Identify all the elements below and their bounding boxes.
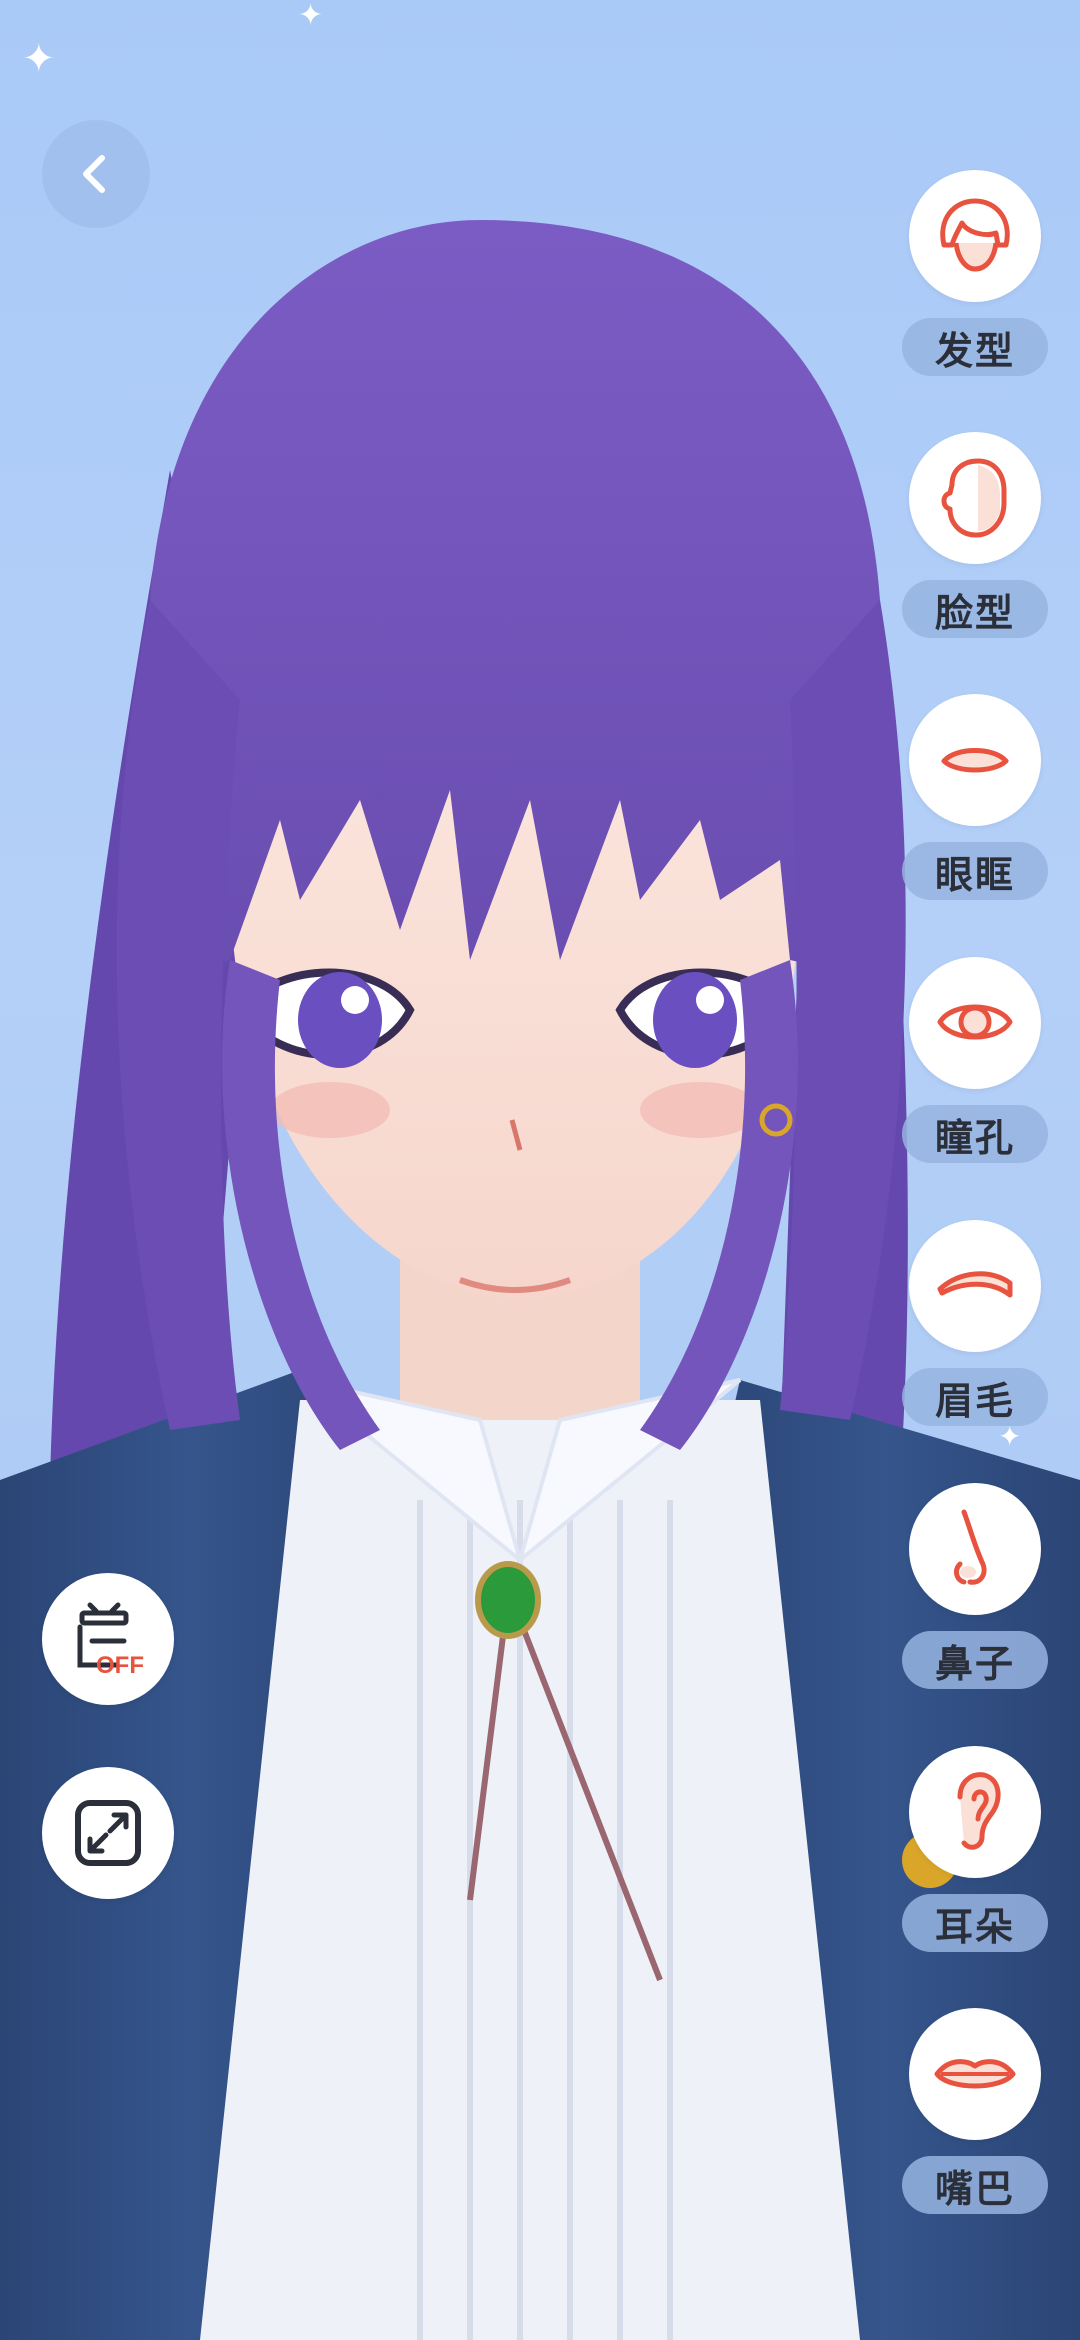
part-mouth-label: 嘴巴 xyxy=(902,2156,1048,2214)
part-mouth-button[interactable]: 嘴巴 xyxy=(900,2008,1050,2218)
stage-toggle-button[interactable]: OFF xyxy=(42,1573,174,1705)
pupil-icon xyxy=(937,1004,1013,1040)
part-hair-label: 发型 xyxy=(902,318,1048,376)
back-button[interactable] xyxy=(42,120,150,228)
eyebrow-icon xyxy=(937,1271,1013,1298)
face-shape-icon xyxy=(941,458,1007,538)
part-ear-icon-circle[interactable] xyxy=(909,1746,1041,1878)
fullscreen-button[interactable] xyxy=(42,1767,174,1899)
part-ear-label: 耳朵 xyxy=(902,1894,1048,1952)
part-eye-socket-label: 眼眶 xyxy=(902,842,1048,900)
part-eye-socket-button[interactable]: 眼眶 xyxy=(900,694,1050,904)
part-face-shape-icon-circle[interactable] xyxy=(909,432,1041,564)
part-pupil-label: 瞳孔 xyxy=(902,1105,1048,1163)
part-nose-button[interactable]: 鼻子 xyxy=(900,1483,1050,1693)
off-badge: OFF xyxy=(96,1652,144,1679)
part-pupil-icon-circle[interactable] xyxy=(909,957,1041,1089)
sparkle-decoration: ✦ xyxy=(22,36,56,82)
expand-arrows-icon xyxy=(75,1800,141,1866)
part-mouth-icon-circle[interactable] xyxy=(909,2008,1041,2140)
stage-icon: OFF xyxy=(77,1602,144,1679)
part-nose-label: 鼻子 xyxy=(902,1631,1048,1689)
part-hair-button[interactable]: 发型 xyxy=(900,170,1050,380)
part-face-shape-button[interactable]: 脸型 xyxy=(900,432,1050,642)
hair-icon xyxy=(940,198,1010,272)
part-eye-socket-icon-circle[interactable] xyxy=(909,694,1041,826)
mouth-icon xyxy=(934,2059,1016,2089)
part-nose-icon-circle[interactable] xyxy=(909,1483,1041,1615)
chevron-left-icon xyxy=(83,155,105,193)
part-ear-button[interactable]: 耳朵 xyxy=(900,1746,1050,1956)
sparkle-decoration: ✦ xyxy=(298,0,324,33)
nose-icon xyxy=(954,1509,987,1585)
part-face-shape-label: 脸型 xyxy=(902,580,1048,638)
part-eyebrow-icon-circle[interactable] xyxy=(909,1220,1041,1352)
part-pupil-button[interactable]: 瞳孔 xyxy=(900,957,1050,1167)
ear-icon xyxy=(957,1772,1001,1850)
eye-socket-icon xyxy=(941,748,1009,773)
part-hair-icon-circle[interactable] xyxy=(909,170,1041,302)
part-eyebrow-label: 眉毛 xyxy=(902,1368,1048,1426)
part-eyebrow-button[interactable]: 眉毛 xyxy=(900,1220,1050,1430)
